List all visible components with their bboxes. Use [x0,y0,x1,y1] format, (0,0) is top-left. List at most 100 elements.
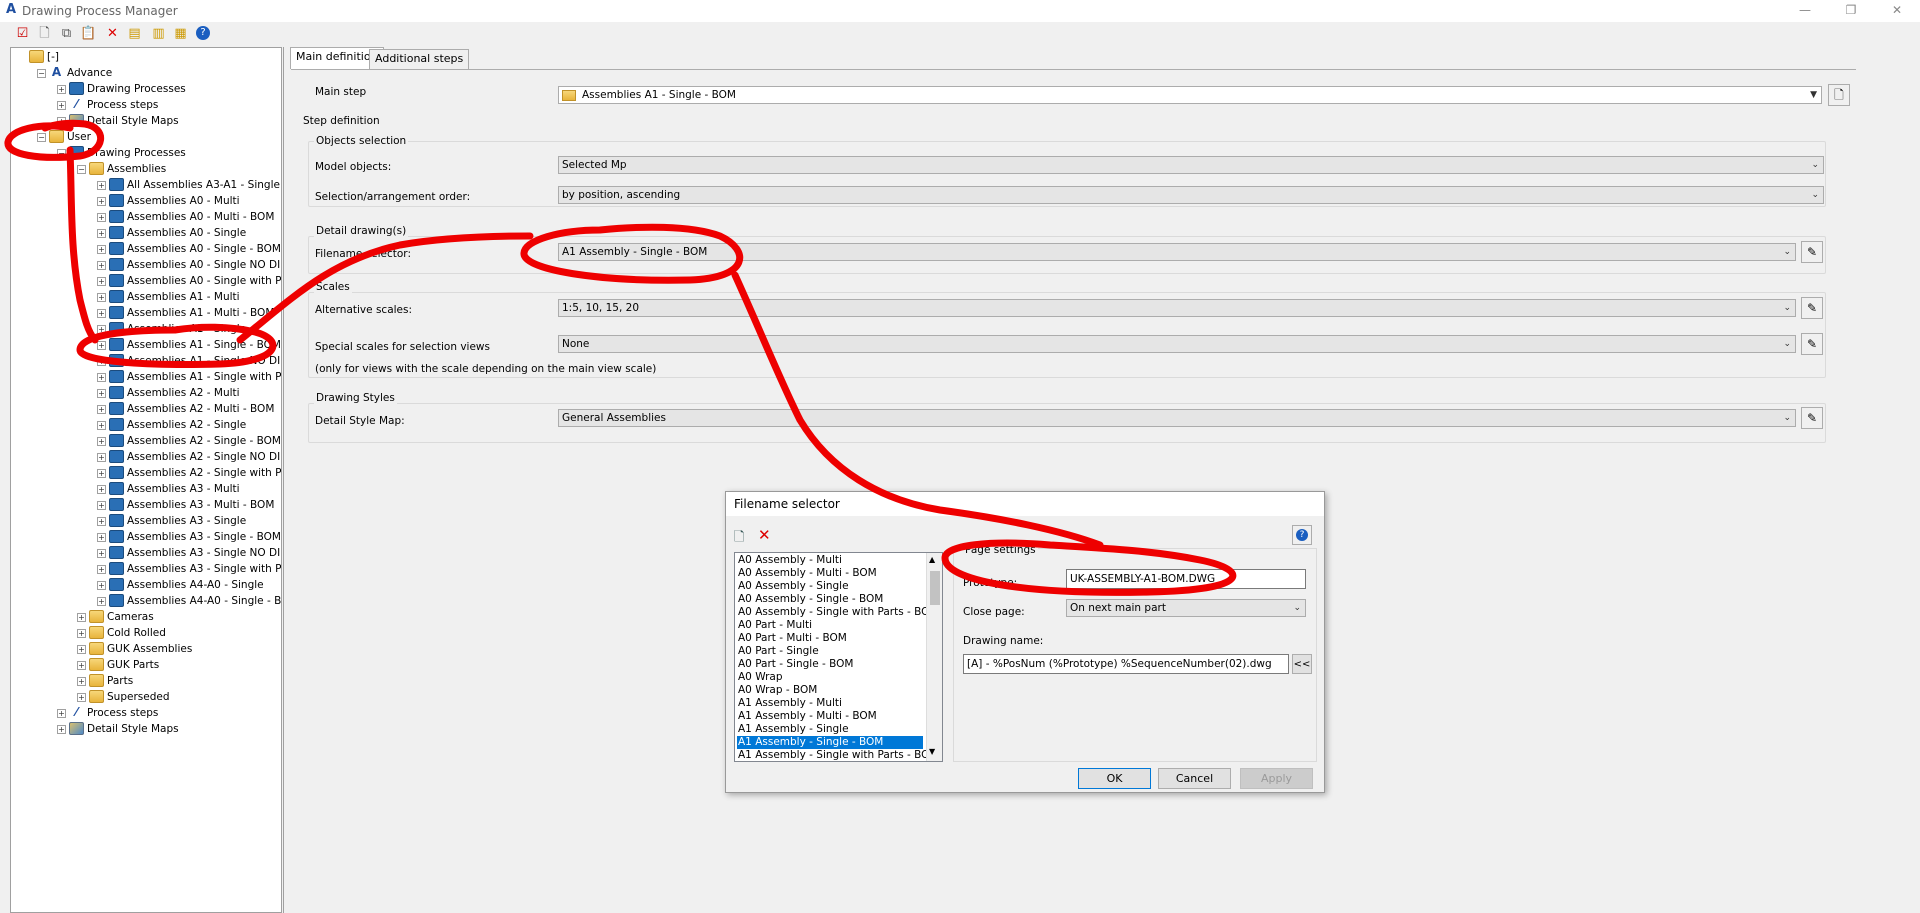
expand-icon[interactable]: + [77,613,86,622]
expand-icon[interactable]: + [77,645,86,654]
alt-scales-select[interactable]: 1:5, 10, 15, 20 ⌄ [558,299,1796,317]
special-scales-edit-button[interactable]: ✎ [1801,333,1823,355]
main-step-combo[interactable]: Assemblies A1 - Single - BOM ▼ [558,86,1822,104]
order-select[interactable]: by position, ascending ⌄ [558,186,1824,204]
expand-icon[interactable]: + [97,501,106,510]
expand-icon[interactable]: + [97,245,106,254]
help-button[interactable]: ? [1292,525,1312,545]
expand-icon[interactable]: + [77,661,86,670]
expand-icon[interactable]: + [97,581,106,590]
expand-icon[interactable]: + [77,629,86,638]
scroll-up-icon[interactable]: ▲ [929,555,935,564]
copy-icon[interactable]: ⧉ [58,25,75,42]
filename-selector-edit-button[interactable]: ✎ [1801,241,1823,263]
collapse-icon[interactable]: − [57,149,66,158]
move-icon[interactable]: ▤ [126,25,143,42]
delete-icon[interactable]: ✕ [104,25,121,42]
expand-icon[interactable]: + [97,437,106,446]
drawing-name-field[interactable]: [A] - %PosNum (%Prototype) %SequenceNumb… [963,654,1289,674]
list-item[interactable]: A0 Assembly - Single [737,580,923,593]
new-document-icon[interactable]: 🗋 [36,25,53,42]
list-item[interactable]: A0 Assembly - Multi [737,554,923,567]
check-icon[interactable]: ☑ [14,25,31,42]
expand-icon[interactable]: + [57,725,66,734]
list-item[interactable]: A0 Part - Single [737,645,923,658]
expand-icon[interactable]: + [97,389,106,398]
expand-icon[interactable]: + [97,565,106,574]
list-item[interactable]: A0 Assembly - Single with Parts - BOM [737,606,939,619]
apply-button[interactable]: Apply [1240,768,1313,789]
close-window-button[interactable]: ✕ [1874,0,1920,22]
expand-icon[interactable]: + [97,309,106,318]
expand-icon[interactable]: + [97,181,106,190]
expand-icon[interactable]: + [97,469,106,478]
list-item[interactable]: A0 Assembly - Single - BOM [737,593,923,606]
list-item[interactable]: A0 Part - Multi - BOM [737,632,923,645]
expand-icon[interactable]: + [97,453,106,462]
tree-panel[interactable]: [-] − A Advance + Drawing Processes + ⁄ Process … [10,47,282,913]
special-scales-select[interactable]: None ⌄ [558,335,1796,353]
close-page-select[interactable]: On next main part ⌄ [1066,599,1306,617]
list-item[interactable]: A0 Part - Multi [737,619,923,632]
expand-icon[interactable]: + [57,85,66,94]
list-scrollbar[interactable]: ▲ ▼ [926,553,942,761]
minimize-button[interactable]: — [1782,0,1828,22]
expand-icon[interactable]: + [97,405,106,414]
list-item[interactable]: A0 Wrap - BOM [737,684,923,697]
expand-icon[interactable]: + [97,277,106,286]
list-item[interactable]: A0 Assembly - Multi - BOM [737,567,923,580]
cancel-button[interactable]: Cancel [1158,768,1231,789]
expand-icon[interactable]: + [57,709,66,718]
import-icon[interactable]: ▥ [150,25,167,42]
expand-icon[interactable]: + [97,597,106,606]
list-item[interactable]: A1 Assembly - Single - BOM [737,736,923,749]
list-item[interactable]: A0 Wrap [737,671,923,684]
expand-icon[interactable]: + [97,533,106,542]
scroll-thumb[interactable] [930,571,940,605]
list-item[interactable]: A1 Assembly - Multi - BOM [737,710,923,723]
main-step-edit-button[interactable]: 🗋 [1828,84,1850,106]
expand-icon[interactable]: + [97,229,106,238]
collapse-icon[interactable]: − [77,165,86,174]
list-item[interactable]: A1 Assembly - Multi [737,697,923,710]
expand-icon[interactable]: + [97,293,106,302]
tab-additional-steps[interactable]: Additional steps [369,49,470,69]
expand-icon[interactable]: + [57,117,66,126]
filename-selector-select[interactable]: A1 Assembly - Single - BOM ⌄ [558,243,1796,261]
help-icon[interactable]: ? [196,26,210,40]
style-map-select[interactable]: General Assemblies ⌄ [558,409,1796,427]
expand-icon[interactable]: + [77,693,86,702]
collapse-icon[interactable]: − [37,69,46,78]
expand-icon[interactable]: + [97,213,106,222]
expand-icon[interactable]: + [77,677,86,686]
expand-icon[interactable]: + [97,325,106,334]
paste-icon[interactable]: 📋 [80,25,97,42]
expand-icon[interactable]: + [97,357,106,366]
collapse-icon[interactable]: − [37,133,46,142]
style-map-edit-button[interactable]: ✎ [1801,407,1823,429]
list-item[interactable]: A1 Assembly - Single [737,723,923,736]
delete-icon[interactable]: ✕ [758,526,771,544]
list-item[interactable]: A0 Part - Single - BOM [737,658,923,671]
alt-scales-edit-button[interactable]: ✎ [1801,297,1823,319]
list-item[interactable]: A1 Assembly - Single with Parts - BOM [737,749,939,761]
expand-icon[interactable]: + [97,485,106,494]
model-objects-select[interactable]: Selected Mp ⌄ [558,156,1824,174]
expand-icon[interactable]: + [97,341,106,350]
expand-icon[interactable]: + [97,261,106,270]
add-icon[interactable]: 🗋 [734,528,744,550]
expand-icon[interactable]: + [97,197,106,206]
ok-button[interactable]: OK [1078,768,1151,789]
expand-icon[interactable]: + [97,421,106,430]
scroll-down-icon[interactable]: ▼ [929,747,935,756]
expand-icon[interactable]: + [57,101,66,110]
expand-icon[interactable]: + [97,373,106,382]
export-icon[interactable]: ▦ [172,25,189,42]
prototype-field[interactable]: UK-ASSEMBLY-A1-BOM.DWG [1066,569,1306,589]
expand-icon[interactable]: + [97,517,106,526]
drawing-name-insert-button[interactable]: << [1292,654,1312,674]
filename-list[interactable]: A0 Assembly - Multi A0 Assembly - Multi -… [734,552,943,762]
maximize-button[interactable]: ❐ [1828,0,1874,22]
process-icon [69,82,84,95]
expand-icon[interactable]: + [97,549,106,558]
